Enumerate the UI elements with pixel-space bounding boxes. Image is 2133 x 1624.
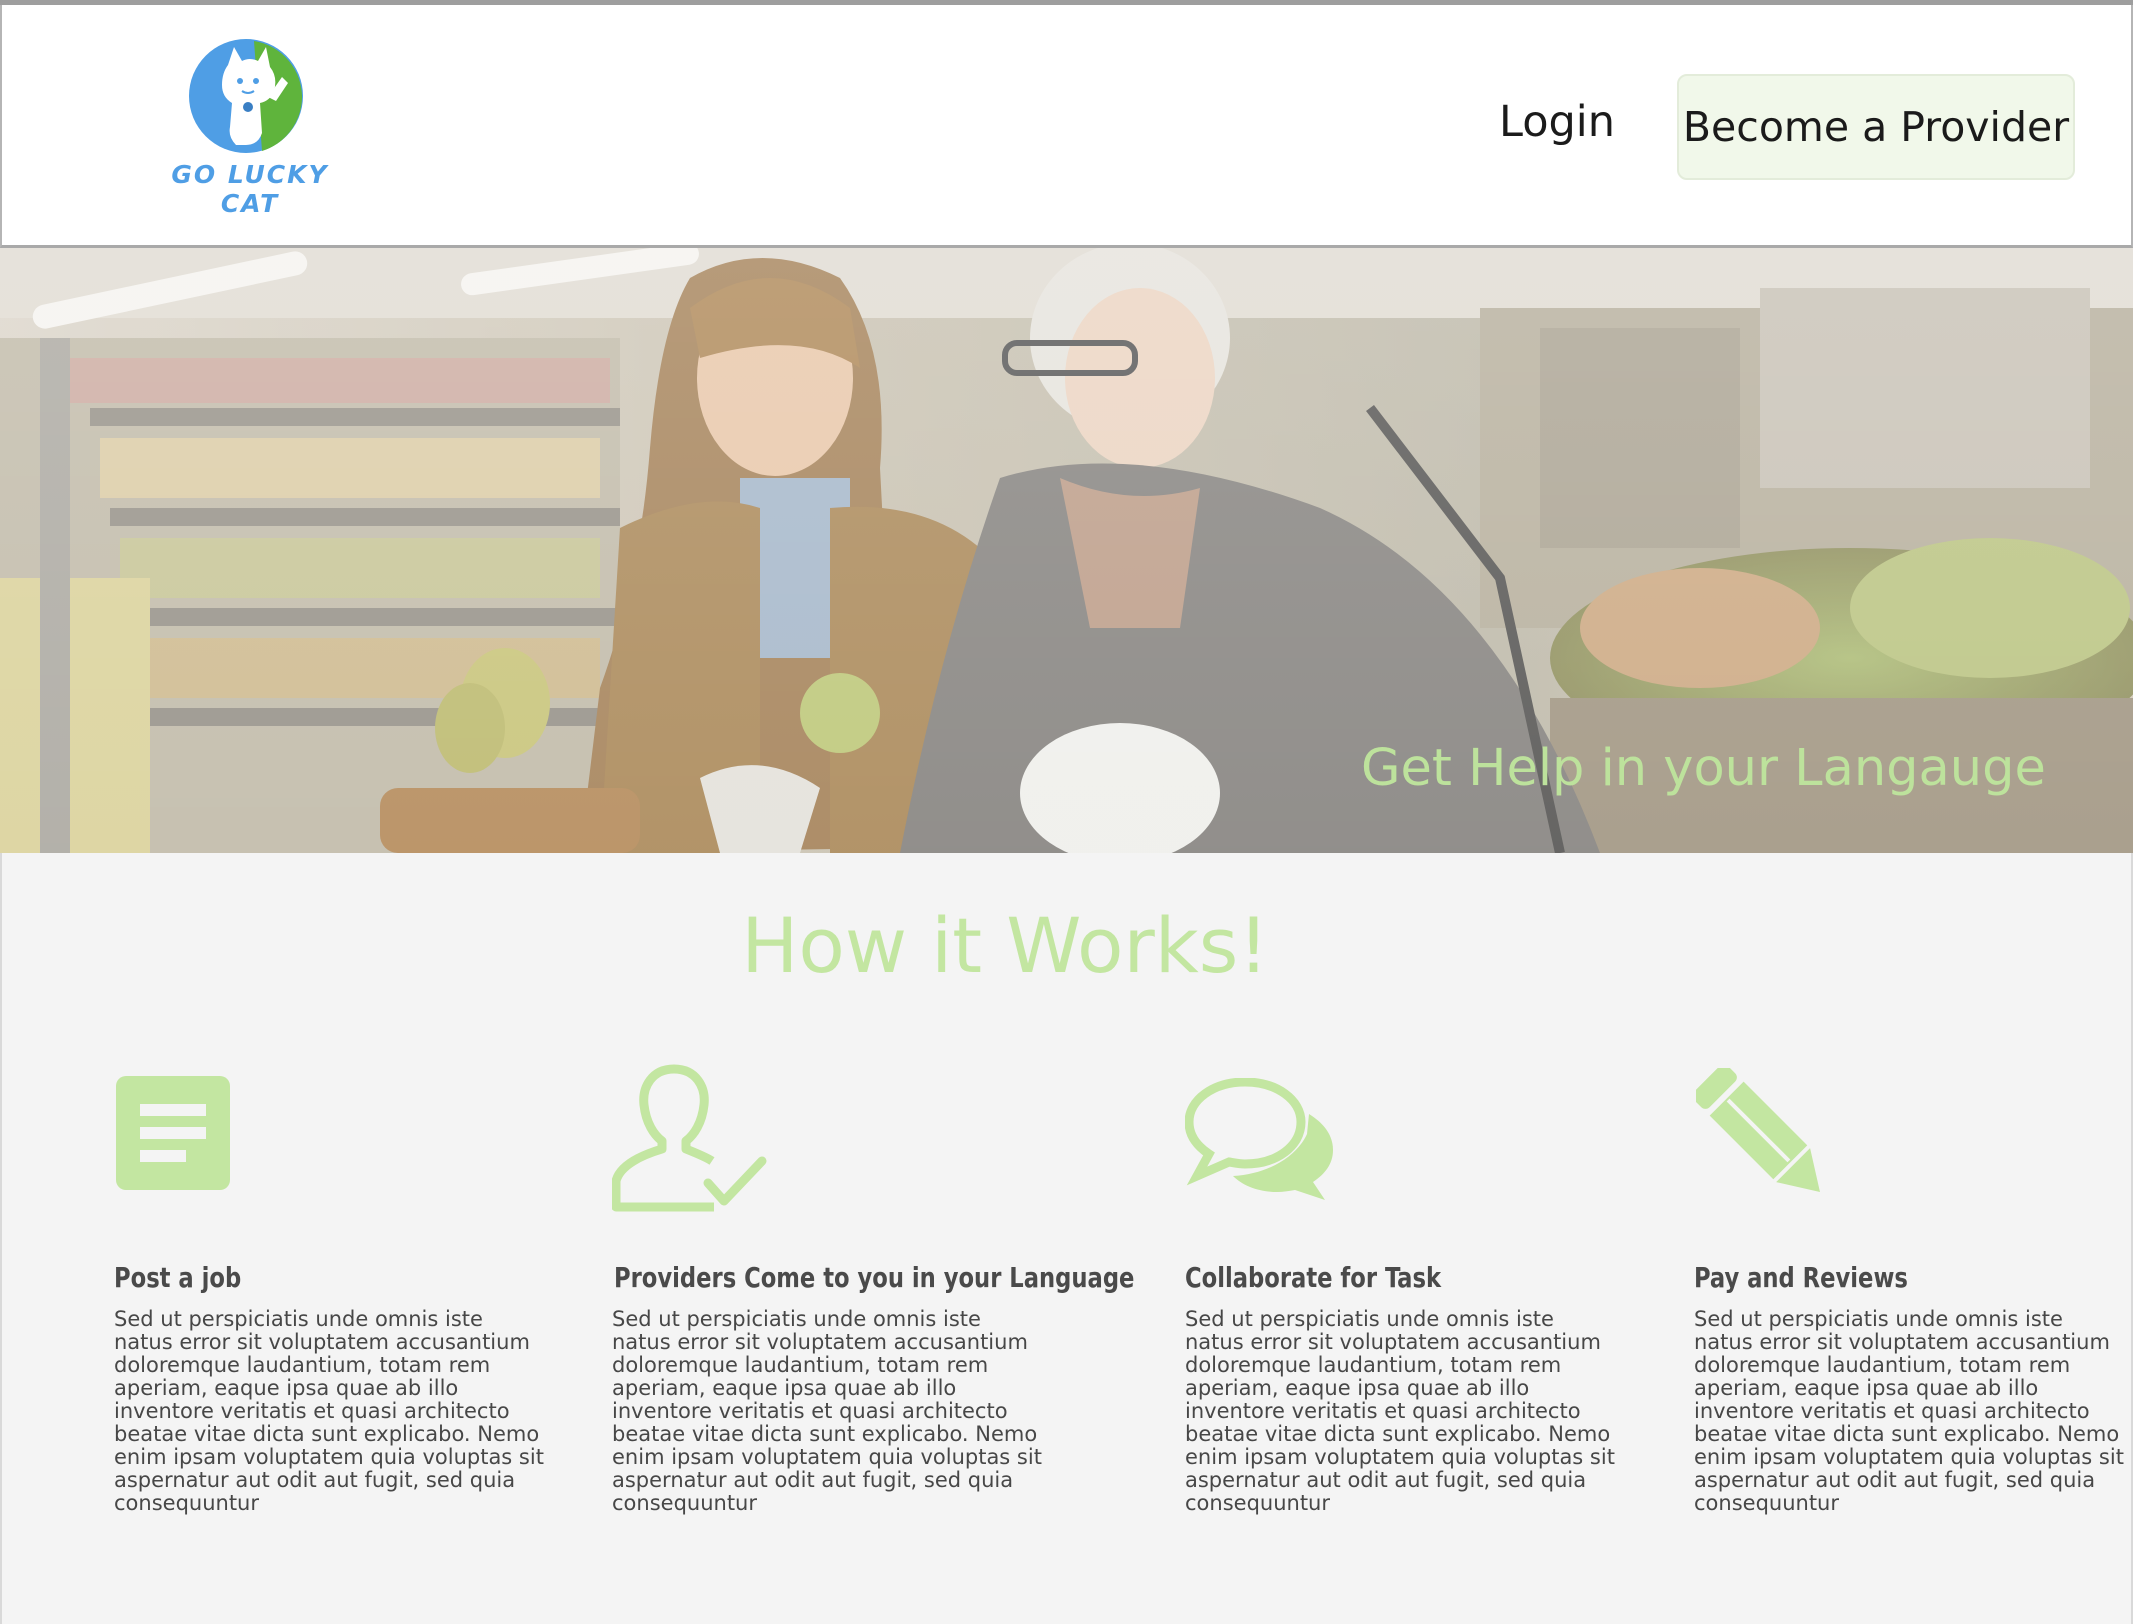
become-provider-label: Become a Provider (1682, 103, 2070, 151)
pencil-icon (1696, 1068, 1820, 1192)
lucky-cat-logo-icon (189, 39, 303, 153)
step-title: Pay and Reviews (1694, 1261, 1908, 1294)
step-title: Post a job (114, 1261, 242, 1294)
site-header: GO LUCKY CAT Login Become a Provider (0, 5, 2133, 248)
become-provider-button[interactable]: Become a Provider (1677, 74, 2075, 180)
hero-tagline: Get Help in your Langauge (1361, 739, 2046, 798)
step-description: Sed ut perspiciatis unde omnis iste natu… (612, 1307, 1042, 1515)
brand-name: GO LUCKY CAT (171, 160, 329, 218)
user-check-icon (612, 1064, 767, 1212)
step-title: Providers Come to you in your Language (614, 1261, 1135, 1294)
brand-logo[interactable]: GO LUCKY CAT (140, 33, 360, 218)
chat-bubbles-icon (1185, 1078, 1333, 1200)
step-title: Collaborate for Task (1185, 1261, 1442, 1294)
step-description: Sed ut perspiciatis unde omnis iste natu… (1694, 1307, 2124, 1515)
step-description: Sed ut perspiciatis unde omnis iste natu… (114, 1307, 544, 1515)
hero-banner: Get Help in your Langauge (0, 248, 2133, 853)
how-it-works-title: How it Works! (741, 901, 1269, 990)
step-description: Sed ut perspiciatis unde omnis iste natu… (1185, 1307, 1615, 1515)
login-link[interactable]: Login (1499, 97, 1615, 147)
document-icon (116, 1076, 230, 1190)
how-it-works-section: How it Works! Post a job Sed ut perspici… (0, 853, 2133, 1624)
